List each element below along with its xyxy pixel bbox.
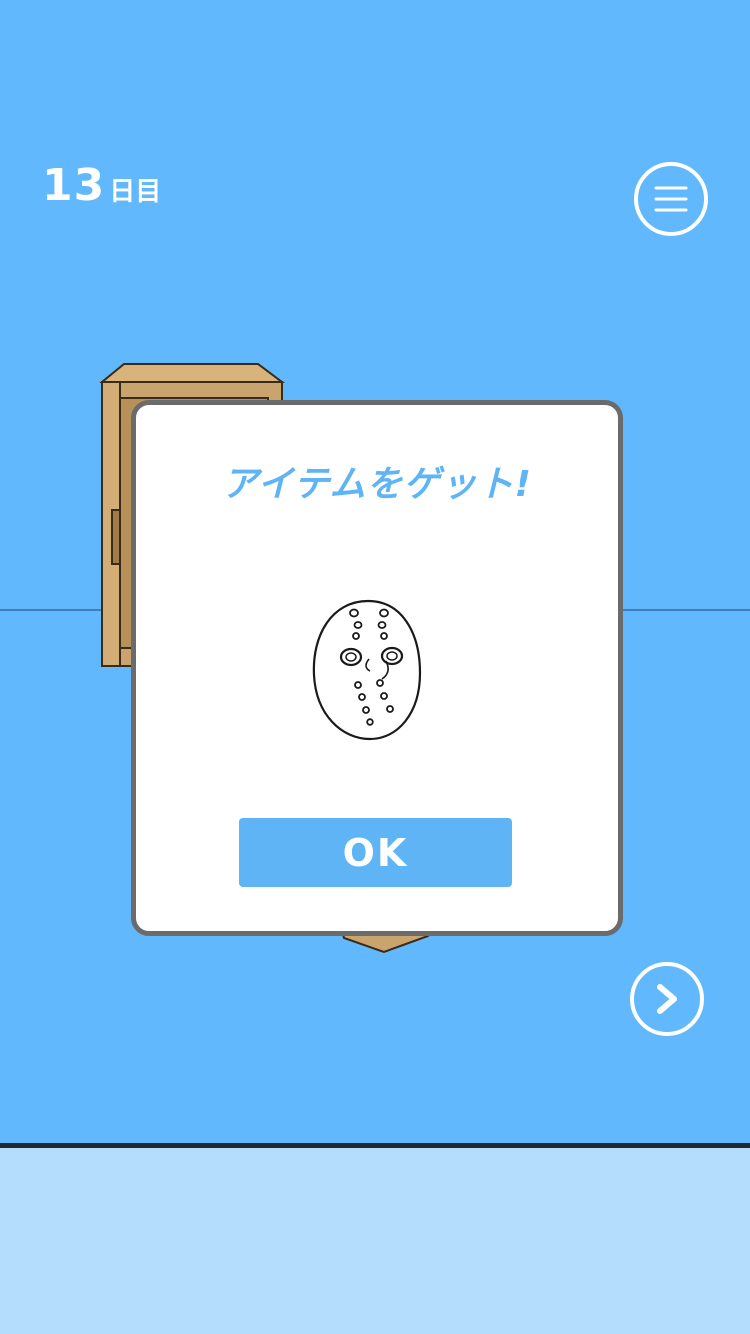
day-counter: 13 日目	[42, 160, 161, 211]
menu-button[interactable]	[634, 162, 708, 236]
hockey-mask-icon	[306, 595, 430, 749]
dialog-title: アイテムをゲット!	[222, 464, 532, 505]
day-unit: 日目	[109, 177, 162, 207]
ok-button[interactable]: OK	[239, 818, 512, 887]
hamburger-menu-icon	[654, 186, 688, 212]
chevron-right-icon	[657, 984, 677, 1014]
item-get-dialog: アイテムをゲット! OK	[131, 400, 623, 936]
inventory-bar[interactable]	[0, 1148, 750, 1334]
day-number: 13	[42, 160, 106, 211]
next-scene-button[interactable]	[630, 962, 704, 1036]
